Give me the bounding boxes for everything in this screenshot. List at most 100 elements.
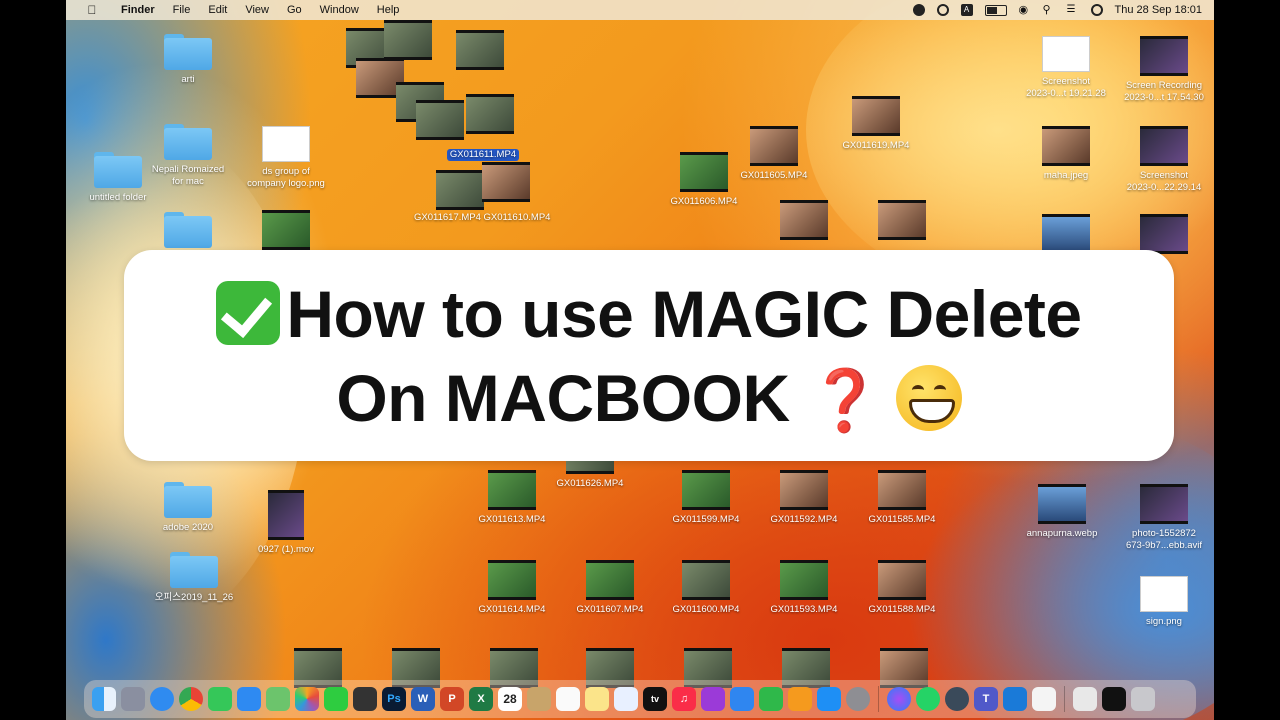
- video-thumbnail-icon: [1140, 36, 1188, 76]
- desktop-item-screenshot[interactable]: Screenshot 2023-0...t 19.21.28: [1018, 36, 1114, 100]
- quicktime-icon[interactable]: [945, 687, 969, 711]
- final-cut-icon[interactable]: [353, 687, 377, 711]
- menu-view[interactable]: View: [236, 0, 278, 20]
- video-thumbnail-icon: [416, 100, 464, 140]
- keynote-icon[interactable]: [730, 687, 754, 711]
- desktop-item-video[interactable]: GX011588.MP4: [854, 560, 950, 616]
- desktop-item-video[interactable]: GX011606.MP4: [656, 152, 752, 208]
- desktop-item-video[interactable]: GX011613.MP4: [464, 470, 560, 526]
- desktop-item-video[interactable]: GX011593.MP4: [756, 560, 852, 616]
- numbers-icon[interactable]: [759, 687, 783, 711]
- desktop-item-untitled-folder[interactable]: untitled folder: [70, 152, 166, 204]
- menu-window[interactable]: Window: [311, 0, 368, 20]
- maps-icon[interactable]: [266, 687, 290, 711]
- apple-menu-icon[interactable]: : [72, 0, 112, 20]
- menu-clock[interactable]: Thu 28 Sep 18:01: [1115, 4, 1202, 16]
- terminal-icon[interactable]: [1102, 687, 1126, 711]
- desktop-item-video[interactable]: [756, 200, 852, 240]
- apple-tv-icon[interactable]: tv: [643, 687, 667, 711]
- desktop-item-video[interactable]: [854, 200, 950, 240]
- folder-icon: [170, 552, 218, 588]
- podcasts-icon[interactable]: [701, 687, 725, 711]
- whatsapp-icon[interactable]: [916, 687, 940, 711]
- desktop-item-annapurna[interactable]: annapurna.webp: [1014, 484, 1110, 540]
- powerpoint-icon[interactable]: P: [440, 687, 464, 711]
- menu-go[interactable]: Go: [278, 0, 311, 20]
- trash-icon[interactable]: [1131, 687, 1155, 711]
- video-thumbnail-cluster[interactable]: [344, 20, 530, 230]
- freeform-icon[interactable]: [614, 687, 638, 711]
- safari-icon[interactable]: [150, 687, 174, 711]
- banner-line-1: How to use MAGIC Delete: [124, 276, 1174, 352]
- teams-icon[interactable]: T: [974, 687, 998, 711]
- desktop-item-video[interactable]: GX011614.MP4: [464, 560, 560, 616]
- video-thumbnail-icon: [780, 560, 828, 600]
- desktop-item-video-selected[interactable]: GX011611.MP4: [440, 144, 526, 162]
- desktop-item-video[interactable]: GX011599.MP4: [658, 470, 754, 526]
- notes-app-icon[interactable]: [527, 687, 551, 711]
- menu-file[interactable]: File: [164, 0, 200, 20]
- desktop-item-video[interactable]: GX011617.MP4 GX011610.MP4: [414, 208, 550, 224]
- notes-icon[interactable]: [585, 687, 609, 711]
- menu-app-name[interactable]: Finder: [112, 0, 164, 20]
- menu-bar:  Finder File Edit View Go Window Help A…: [66, 0, 1214, 20]
- excel-icon[interactable]: X: [469, 687, 493, 711]
- textedit-icon[interactable]: [1032, 687, 1056, 711]
- desktop-item-folder[interactable]: [140, 212, 236, 248]
- desktop-item-image[interactable]: [238, 210, 334, 250]
- word-icon[interactable]: W: [411, 687, 435, 711]
- menu-help[interactable]: Help: [368, 0, 409, 20]
- desktop-item-adobe-2020[interactable]: adobe 2020: [140, 482, 236, 534]
- photoshop-icon[interactable]: Ps: [382, 687, 406, 711]
- desktop-item-photo-avif[interactable]: photo-1552872 673-9b7...ebb.avif: [1116, 484, 1212, 552]
- spotlight-search-icon[interactable]: ⚲: [1043, 4, 1055, 16]
- desktop-item-screenshot[interactable]: [1116, 214, 1212, 254]
- xcode-tool-icon[interactable]: [1003, 687, 1027, 711]
- launchpad-icon[interactable]: [121, 687, 145, 711]
- desktop-item-video[interactable]: GX011585.MP4: [854, 470, 950, 526]
- video-thumbnail-icon: [852, 96, 900, 136]
- control-center-icon[interactable]: ☰: [1067, 4, 1079, 16]
- desktop-item-ds-group-logo[interactable]: ds group of company logo.png: [238, 126, 334, 190]
- siri-icon[interactable]: [1090, 4, 1103, 16]
- photos-icon[interactable]: [295, 687, 319, 711]
- desktop-item-maha-jpeg[interactable]: maha.jpeg: [1018, 126, 1114, 182]
- chrome-icon[interactable]: [179, 687, 203, 711]
- desktop-item-screen-recording[interactable]: Screen Recording 2023-0...t 17.54.30: [1116, 36, 1212, 104]
- app-store-icon[interactable]: [817, 687, 841, 711]
- battery-icon[interactable]: [984, 4, 1007, 16]
- pages-icon[interactable]: [788, 687, 812, 711]
- menu-edit[interactable]: Edit: [199, 0, 236, 20]
- facetime-icon[interactable]: [324, 687, 348, 711]
- desktop-item-sign-png[interactable]: sign.png: [1116, 576, 1212, 628]
- mail-icon[interactable]: [237, 687, 261, 711]
- wifi-icon[interactable]: ◉: [1019, 4, 1031, 16]
- desktop-item-video[interactable]: GX011619.MP4: [828, 96, 924, 152]
- system-settings-icon[interactable]: [846, 687, 870, 711]
- desktop-item-video[interactable]: GX011600.MP4: [658, 560, 754, 616]
- creative-cloud-icon[interactable]: [936, 4, 949, 16]
- record-status-icon[interactable]: [912, 4, 925, 16]
- desktop-item-screenshot[interactable]: Screenshot 2023-0...22.29.14: [1116, 126, 1212, 194]
- messenger-icon[interactable]: [887, 687, 911, 711]
- desktop-item-image[interactable]: [1018, 214, 1114, 254]
- documents-icon[interactable]: [1073, 687, 1097, 711]
- image-thumbnail-icon: [262, 210, 310, 250]
- desktop-item-video[interactable]: GX011607.MP4: [562, 560, 658, 616]
- desktop-item-0927-mov[interactable]: 0927 (1).mov: [238, 490, 334, 556]
- folder-icon: [164, 124, 212, 160]
- desktop-item-video[interactable]: GX011592.MP4: [756, 470, 852, 526]
- input-source-icon[interactable]: A: [960, 4, 973, 16]
- finder-icon[interactable]: [92, 687, 116, 711]
- desktop-item-label: Screenshot 2023-0...22.29.14: [1126, 170, 1202, 193]
- reminders-icon[interactable]: [556, 687, 580, 711]
- messages-icon[interactable]: [208, 687, 232, 711]
- calendar-icon[interactable]: 28: [498, 687, 522, 711]
- desktop-item-label: GX011592.MP4: [770, 514, 838, 525]
- desktop-item-office2019[interactable]: 오피스2019_11_26: [146, 552, 242, 604]
- image-thumbnail-icon: [1140, 126, 1188, 166]
- desktop-item-arti[interactable]: arti: [140, 34, 236, 86]
- music-icon[interactable]: ♫: [672, 687, 696, 711]
- desktop-item-label: GX011613.MP4: [478, 514, 546, 525]
- video-thumbnail-icon: [586, 560, 634, 600]
